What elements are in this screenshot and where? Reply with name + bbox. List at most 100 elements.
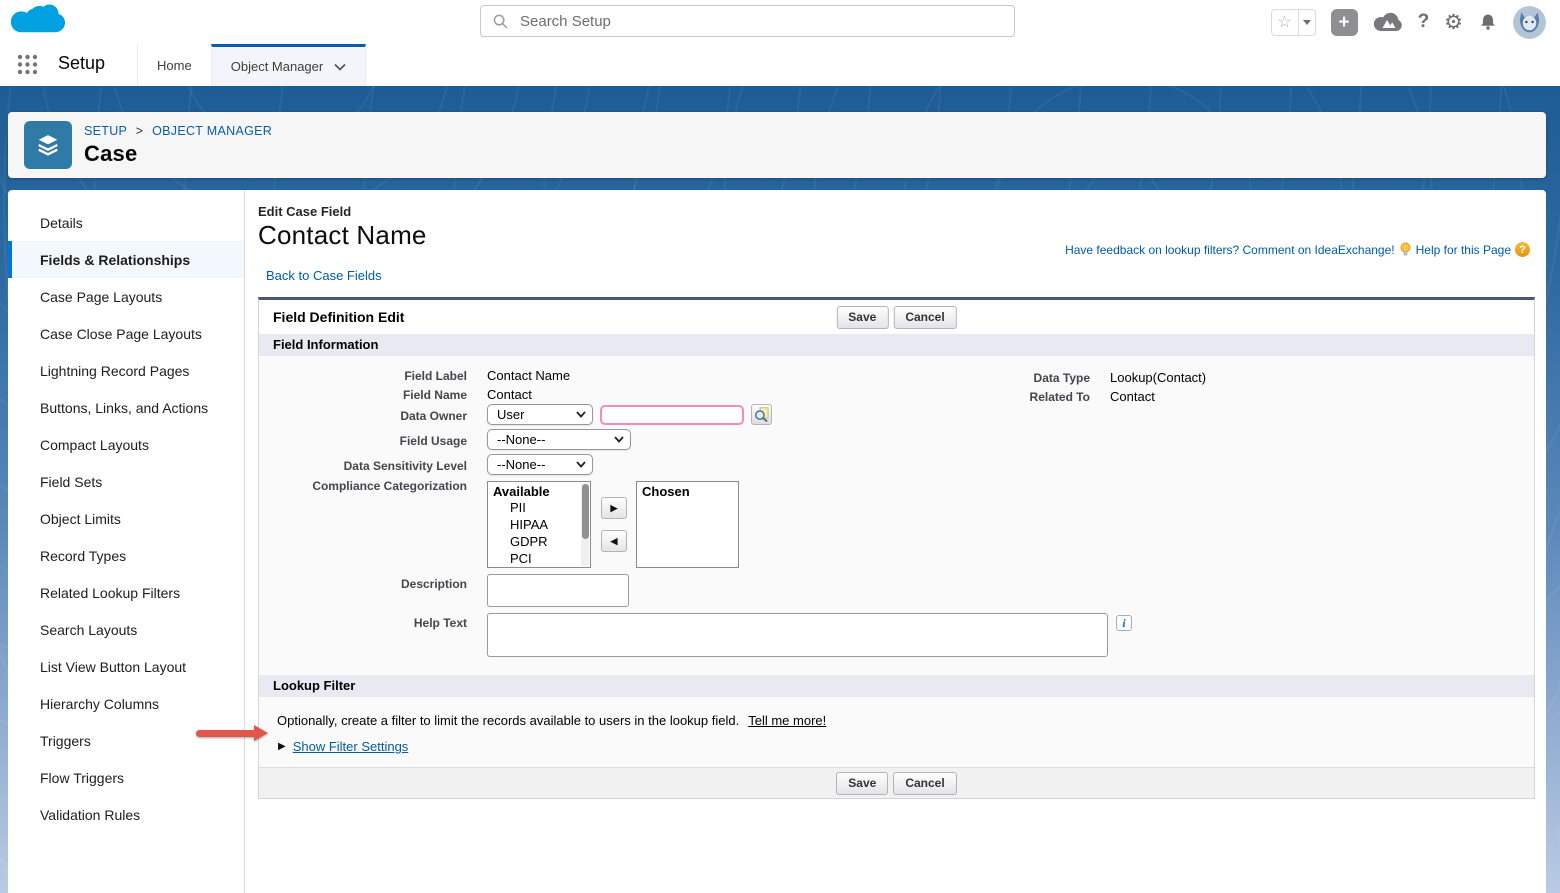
favorites-button[interactable]: ☆ xyxy=(1271,9,1299,36)
data-sensitivity-label: Data Sensitivity Level xyxy=(259,454,487,475)
related-to-value: Contact xyxy=(1110,387,1155,404)
field-name-value: Contact xyxy=(487,385,532,402)
compliance-option-hipaa[interactable]: HIPAA xyxy=(493,516,590,533)
show-filter-settings-link[interactable]: Show Filter Settings xyxy=(293,739,409,754)
field-name-label: Field Name xyxy=(259,385,487,402)
help-text-label: Help Text xyxy=(259,613,487,657)
app-name: Setup xyxy=(58,53,105,86)
lookup-button[interactable] xyxy=(751,404,772,425)
layers-icon xyxy=(34,131,62,159)
field-label-value: Contact Name xyxy=(487,366,570,383)
data-owner-select[interactable]: User xyxy=(487,404,593,425)
help-for-page-link[interactable]: Help for this Page xyxy=(1416,243,1511,257)
info-icon[interactable]: i xyxy=(1116,615,1132,631)
user-avatar[interactable] xyxy=(1513,6,1546,39)
global-header: ☆ + ? ⚙ xyxy=(0,0,1560,44)
save-button-bottom[interactable]: Save xyxy=(836,772,888,795)
field-usage-label: Field Usage xyxy=(259,429,487,450)
description-textarea[interactable] xyxy=(487,574,629,607)
lookup-filter-body: Optionally, create a filter to limit the… xyxy=(259,697,1534,767)
feedback-link[interactable]: Have feedback on lookup filters? Comment… xyxy=(1065,243,1395,257)
sidebar-item-fields-relationships[interactable]: Fields & Relationships xyxy=(8,241,244,278)
available-title: Available xyxy=(493,484,590,499)
disclosure-triangle-icon[interactable]: ▶ xyxy=(278,741,286,752)
object-manager-tile-icon xyxy=(24,121,72,169)
data-sensitivity-select[interactable]: --None-- xyxy=(487,454,593,475)
sidebar-item-field-sets[interactable]: Field Sets xyxy=(8,463,244,500)
sidebar-item-validation-rules[interactable]: Validation Rules xyxy=(8,796,244,833)
compliance-available-listbox[interactable]: Available PII HIPAA GDPR PCI xyxy=(487,481,591,568)
tab-home[interactable]: Home xyxy=(137,44,211,86)
search-input[interactable] xyxy=(520,13,980,30)
compliance-option-pii[interactable]: PII xyxy=(493,499,590,516)
breadcrumb-setup-link[interactable]: SETUP xyxy=(84,124,127,138)
object-sidebar: Details Fields & Relationships Case Page… xyxy=(8,190,245,893)
page-help-links: Have feedback on lookup filters? Comment… xyxy=(1065,242,1530,257)
panel-header: Field Definition Edit Save Cancel xyxy=(259,300,1534,334)
sidebar-item-list-view-button-layout[interactable]: List View Button Layout xyxy=(8,648,244,685)
setup-gear-button[interactable]: ⚙ xyxy=(1444,12,1463,33)
cancel-button-bottom[interactable]: Cancel xyxy=(893,772,956,795)
main-content-card: Details Fields & Relationships Case Page… xyxy=(8,190,1546,893)
object-header-card: SETUP > OBJECT MANAGER Case xyxy=(8,112,1546,178)
help-text-textarea[interactable] xyxy=(487,613,1108,657)
sidebar-item-case-page-layouts[interactable]: Case Page Layouts xyxy=(8,278,244,315)
compliance-option-pci[interactable]: PCI xyxy=(493,550,590,567)
tab-home-label: Home xyxy=(157,58,192,73)
red-arrow-shaft xyxy=(196,730,256,737)
section-field-information: Field Information xyxy=(259,334,1534,356)
object-title: Case xyxy=(84,141,272,167)
move-to-chosen-button[interactable]: ▶ xyxy=(601,497,627,519)
listbox-scrollbar-thumb[interactable] xyxy=(582,484,589,539)
favorites-dropdown-button[interactable] xyxy=(1299,9,1316,36)
field-definition-panel: Field Definition Edit Save Cancel Field … xyxy=(258,297,1535,799)
breadcrumb-object-manager-link[interactable]: OBJECT MANAGER xyxy=(152,124,272,138)
quick-create-button[interactable]: + xyxy=(1331,9,1358,36)
field-information-form: Field Label Contact Name Field Name Cont… xyxy=(259,356,1534,675)
data-type-label: Data Type xyxy=(982,368,1110,385)
trailhead-button[interactable] xyxy=(1373,11,1403,33)
data-owner-lookup-input[interactable] xyxy=(600,405,744,425)
cancel-button-top[interactable]: Cancel xyxy=(893,306,956,329)
sidebar-item-hierarchy-columns[interactable]: Hierarchy Columns xyxy=(8,685,244,722)
sidebar-item-search-layouts[interactable]: Search Layouts xyxy=(8,611,244,648)
sidebar-item-case-close-page-layouts[interactable]: Case Close Page Layouts xyxy=(8,315,244,352)
sidebar-item-buttons-links-actions[interactable]: Buttons, Links, and Actions xyxy=(8,389,244,426)
compliance-option-gdpr[interactable]: GDPR xyxy=(493,533,590,550)
field-info-right-column: Data Type Lookup(Contact) Related To Con… xyxy=(982,368,1206,406)
salesforce-setup-page: ☆ + ? ⚙ Setup Home Object Manager xyxy=(0,0,1560,893)
caret-down-icon xyxy=(1303,20,1311,25)
chosen-title: Chosen xyxy=(642,484,738,499)
notifications-button[interactable] xyxy=(1478,12,1498,32)
app-launcher-button[interactable] xyxy=(17,54,38,76)
back-to-case-fields-link[interactable]: Back to Case Fields xyxy=(266,268,382,283)
trailhead-icon xyxy=(1373,11,1403,33)
field-usage-select[interactable]: --None-- xyxy=(487,429,631,450)
tab-object-manager[interactable]: Object Manager xyxy=(211,44,367,86)
sidebar-item-compact-layouts[interactable]: Compact Layouts xyxy=(8,426,244,463)
gear-icon: ⚙ xyxy=(1444,12,1463,33)
arrow-left-icon: ◀ xyxy=(611,536,618,547)
red-arrow-head xyxy=(254,725,268,741)
section-lookup-filter: Lookup Filter xyxy=(259,675,1534,697)
field-usage-selected-value: --None-- xyxy=(497,432,545,447)
select-chevron-icon xyxy=(576,411,586,418)
move-to-available-button[interactable]: ◀ xyxy=(601,530,627,552)
sidebar-item-related-lookup-filters[interactable]: Related Lookup Filters xyxy=(8,574,244,611)
question-icon: ? xyxy=(1418,11,1430,33)
sidebar-item-flow-triggers[interactable]: Flow Triggers xyxy=(8,759,244,796)
save-button-top[interactable]: Save xyxy=(836,306,888,329)
sidebar-item-lightning-record-pages[interactable]: Lightning Record Pages xyxy=(8,352,244,389)
sidebar-item-object-limits[interactable]: Object Limits xyxy=(8,500,244,537)
listbox-scrollbar[interactable] xyxy=(581,483,589,566)
description-label: Description xyxy=(259,574,487,607)
sidebar-item-details[interactable]: Details xyxy=(8,204,244,241)
compliance-chosen-listbox[interactable]: Chosen xyxy=(636,481,739,568)
breadcrumb: SETUP > OBJECT MANAGER xyxy=(84,124,272,138)
edit-field-eyebrow: Edit Case Field xyxy=(258,204,1535,219)
tell-me-more-link[interactable]: Tell me more! xyxy=(748,713,826,728)
help-circle-icon[interactable]: ? xyxy=(1515,242,1530,257)
help-button[interactable]: ? xyxy=(1418,11,1430,33)
sidebar-item-record-types[interactable]: Record Types xyxy=(8,537,244,574)
setup-tab-bar: Setup Home Object Manager xyxy=(0,44,1560,86)
